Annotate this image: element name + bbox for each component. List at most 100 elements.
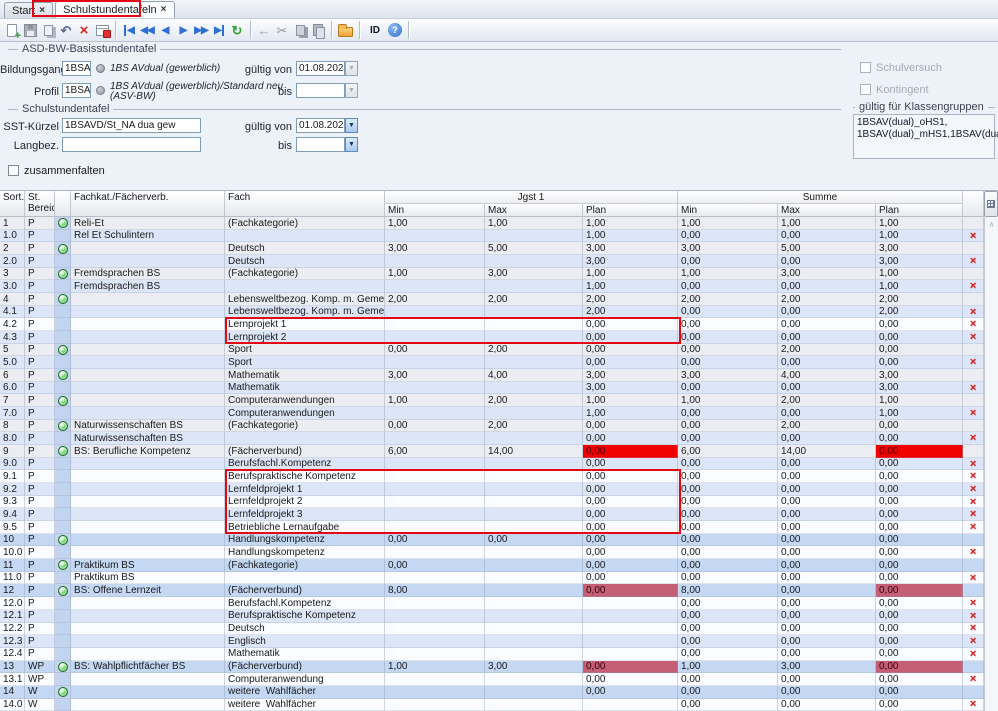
cell-fachkat[interactable] xyxy=(71,470,225,483)
cell-jmax[interactable] xyxy=(485,432,583,445)
nav-back-button[interactable]: ◀ xyxy=(158,21,172,39)
delete-row-button[interactable]: × xyxy=(970,307,976,318)
table-row-3.0[interactable]: 3.0PFremdsprachen BS1,000,000,001,00× xyxy=(0,280,998,293)
cell-fach[interactable]: (Fächerverbund) xyxy=(225,445,385,458)
new-record-button[interactable] xyxy=(5,21,19,39)
cell-smax[interactable]: 0,00 xyxy=(778,306,876,319)
cell-jmax[interactable]: 2,00 xyxy=(485,394,583,407)
cell-fach[interactable]: Deutsch xyxy=(225,242,385,255)
cell-fachkat[interactable] xyxy=(71,508,225,521)
cell-smin[interactable]: 0,00 xyxy=(678,356,778,369)
cell-smin[interactable]: 0,00 xyxy=(678,534,778,547)
table-row-9.0[interactable]: 9.0PBerufsfachl.Kompetenz0,000,000,000,0… xyxy=(0,458,998,471)
table-row-4.1[interactable]: 4.1PLebensweltbezog. Komp. m. Gemeinscha… xyxy=(0,306,998,319)
table-row-14.0[interactable]: 14.0Wweitere Wahlfächer0,000,000,00× xyxy=(0,699,998,711)
cell-smin[interactable]: 1,00 xyxy=(678,661,778,674)
cell-smin[interactable]: 0,00 xyxy=(678,496,778,509)
cell-jplan[interactable]: 0,00 xyxy=(583,673,678,686)
cell-jmin[interactable]: 1,00 xyxy=(385,661,485,674)
cell-splan[interactable]: 0,00 xyxy=(876,584,963,597)
cell-smax[interactable]: 0,00 xyxy=(778,382,876,395)
cell-jmax[interactable] xyxy=(485,648,583,661)
column-header-bereich[interactable]: St. Bereich xyxy=(25,191,55,217)
column-group-jgst1-label[interactable]: Jgst 1 xyxy=(385,191,678,204)
cell-jplan[interactable]: 0,00 xyxy=(583,521,678,534)
vertical-scrollbar[interactable]: ∧ xyxy=(984,217,998,711)
cell-jmin[interactable]: 6,00 xyxy=(385,445,485,458)
cell-fach[interactable]: Lernfeldprojekt 3 xyxy=(225,508,385,521)
cell-jmin[interactable] xyxy=(385,407,485,420)
cell-fach[interactable]: Computeranwendungen xyxy=(225,407,385,420)
cell-jmin[interactable] xyxy=(385,699,485,711)
cell-smin[interactable]: 0,00 xyxy=(678,572,778,585)
cell-fach[interactable]: Lebensweltbezog. Komp. m. Gemeinschaftsk… xyxy=(225,306,385,319)
cell-jmax[interactable] xyxy=(485,483,583,496)
cell-jplan[interactable]: 0,00 xyxy=(583,534,678,547)
cell-splan[interactable]: 0,00 xyxy=(876,559,963,572)
cell-jmax[interactable] xyxy=(485,356,583,369)
cell-jplan[interactable]: 1,00 xyxy=(583,230,678,243)
cell-jmin[interactable] xyxy=(385,673,485,686)
delete-row-button[interactable]: × xyxy=(970,231,976,242)
delete-row-button[interactable]: × xyxy=(970,699,976,710)
cell-smin[interactable]: 3,00 xyxy=(678,242,778,255)
tab-schulstundentafeln[interactable]: Schulstundentafeln × xyxy=(55,1,174,18)
cell-jmin[interactable] xyxy=(385,597,485,610)
cell-jplan[interactable] xyxy=(583,597,678,610)
nav-first-button[interactable]: ◀ xyxy=(122,21,136,39)
cell-fachkat[interactable] xyxy=(71,255,225,268)
table-row-2.0[interactable]: 2.0PDeutsch3,000,000,003,00× xyxy=(0,255,998,268)
cell-splan[interactable]: 3,00 xyxy=(876,382,963,395)
cell-fach[interactable]: Betriebliche Lernaufgabe xyxy=(225,521,385,534)
cell-splan[interactable]: 0,00 xyxy=(876,356,963,369)
cell-jmin[interactable] xyxy=(385,432,485,445)
undo-button[interactable]: ↶ xyxy=(59,21,73,39)
cell-smax[interactable]: 0,00 xyxy=(778,230,876,243)
cell-jmin[interactable] xyxy=(385,470,485,483)
table-row-12.2[interactable]: 12.2PDeutsch0,000,000,00× xyxy=(0,623,998,636)
cell-jplan[interactable] xyxy=(583,610,678,623)
cell-fach[interactable]: Mathematik xyxy=(225,369,385,382)
cell-smax[interactable]: 0,00 xyxy=(778,521,876,534)
cell-smin[interactable]: 0,00 xyxy=(678,306,778,319)
cell-smin[interactable]: 0,00 xyxy=(678,255,778,268)
cell-jmin[interactable]: 0,00 xyxy=(385,344,485,357)
zusammenfalten-checkbox[interactable] xyxy=(8,165,19,176)
cell-fach[interactable]: (Fachkategorie) xyxy=(225,217,385,230)
cell-splan[interactable]: 0,00 xyxy=(876,572,963,585)
cell-smax[interactable]: 0,00 xyxy=(778,559,876,572)
cell-jmin[interactable] xyxy=(385,686,485,699)
cell-jplan[interactable]: 1,00 xyxy=(583,407,678,420)
cell-fachkat[interactable] xyxy=(71,407,225,420)
cell-smax[interactable]: 0,00 xyxy=(778,699,876,711)
cell-smin[interactable]: 1,00 xyxy=(678,268,778,281)
cell-jmax[interactable]: 3,00 xyxy=(485,661,583,674)
cell-splan[interactable]: 2,00 xyxy=(876,306,963,319)
cell-jplan[interactable] xyxy=(583,648,678,661)
delete-row-button[interactable]: × xyxy=(970,623,976,634)
cell-jmin[interactable] xyxy=(385,331,485,344)
cell-smax[interactable]: 0,00 xyxy=(778,483,876,496)
cell-jmin[interactable]: 8,00 xyxy=(385,584,485,597)
cell-smin[interactable]: 0,00 xyxy=(678,673,778,686)
cell-smin[interactable]: 0,00 xyxy=(678,521,778,534)
cell-jplan[interactable]: 0,00 xyxy=(583,470,678,483)
cell-fachkat[interactable] xyxy=(71,686,225,699)
table-row-8[interactable]: 8PNaturwissenschaften BS(Fachkategorie)0… xyxy=(0,420,998,433)
table-row-5[interactable]: 5PSport0,002,000,000,002,000,00 xyxy=(0,344,998,357)
table-row-9.3[interactable]: 9.3PLernfeldprojekt 20,000,000,000,00× xyxy=(0,496,998,509)
expand-toggle-icon[interactable] xyxy=(58,396,68,406)
expand-toggle-icon[interactable] xyxy=(58,662,68,672)
delete-row-button[interactable]: × xyxy=(970,674,976,685)
cell-jplan[interactable]: 3,00 xyxy=(583,255,678,268)
cell-jmin[interactable]: 1,00 xyxy=(385,217,485,230)
cell-splan[interactable]: 0,00 xyxy=(876,597,963,610)
cell-smin[interactable]: 0,00 xyxy=(678,458,778,471)
cell-splan[interactable]: 0,00 xyxy=(876,458,963,471)
cell-jmax[interactable] xyxy=(485,508,583,521)
cell-smin[interactable]: 0,00 xyxy=(678,280,778,293)
expand-toggle-icon[interactable] xyxy=(58,269,68,279)
cell-jplan[interactable]: 1,00 xyxy=(583,280,678,293)
cell-fach[interactable]: Berufspraktische Kompetenz xyxy=(225,470,385,483)
cell-fach[interactable]: (Fachkategorie) xyxy=(225,559,385,572)
